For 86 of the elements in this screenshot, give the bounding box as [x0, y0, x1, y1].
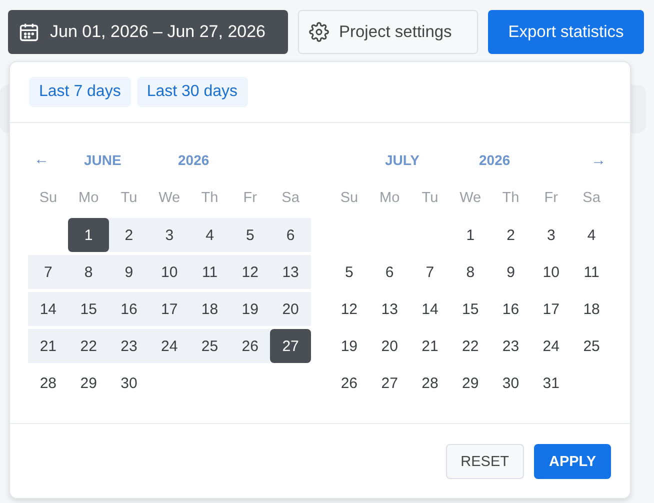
- weekday-label: Th: [200, 189, 220, 208]
- weekday-label: Mo: [378, 189, 401, 208]
- weekday-label: Th: [501, 189, 520, 208]
- weekday-label: Tu: [420, 189, 440, 208]
- day-cell[interactable]: 21: [28, 329, 68, 363]
- day-cell[interactable]: 5: [230, 218, 270, 252]
- day-cell[interactable]: 13: [270, 255, 311, 289]
- weekday-label: We: [458, 189, 482, 208]
- settings-icon: [309, 22, 329, 42]
- weekday-label: Fr: [242, 189, 258, 208]
- day-cell[interactable]: 26: [329, 366, 370, 400]
- day-cell[interactable]: 18: [190, 292, 230, 326]
- weekday-label: Tu: [120, 189, 138, 208]
- weekday-label: Fr: [543, 189, 559, 208]
- day-cell[interactable]: 22: [450, 329, 491, 363]
- weekday-label: Mo: [78, 189, 100, 208]
- day-cell[interactable]: 26: [230, 329, 270, 363]
- day-cell[interactable]: 18: [571, 292, 612, 326]
- day-cell[interactable]: 1: [450, 218, 491, 252]
- day-cell[interactable]: 11: [190, 255, 230, 289]
- day-cell[interactable]: 12: [329, 292, 370, 326]
- previous-month-button[interactable]: ←: [28, 151, 55, 168]
- preset-button[interactable]: Last 7 days: [29, 77, 131, 107]
- weekday-label: Su: [38, 189, 58, 208]
- weekday-label: Sa: [280, 189, 300, 208]
- day-cell[interactable]: 10: [530, 255, 572, 289]
- day-cell[interactable]: 1: [68, 218, 109, 252]
- weekday-label: Su: [339, 189, 360, 208]
- day-cell[interactable]: 8: [450, 255, 491, 289]
- next-month-button[interactable]: →: [585, 152, 612, 168]
- day-cell[interactable]: 5: [329, 255, 370, 289]
- day-cell[interactable]: 20: [369, 329, 410, 363]
- day-cell[interactable]: 24: [149, 329, 190, 363]
- day-cell[interactable]: 27: [369, 366, 410, 400]
- apply-button[interactable]: APPLY: [534, 444, 611, 479]
- day-cell[interactable]: 19: [329, 329, 370, 363]
- weekday-label: We: [158, 189, 182, 208]
- day-cell[interactable]: 28: [28, 366, 68, 400]
- day-cell[interactable]: 21: [410, 329, 450, 363]
- preset-button[interactable]: Last 30 days: [136, 77, 248, 107]
- day-cell[interactable]: 3: [530, 218, 572, 252]
- day-cell[interactable]: 31: [530, 366, 572, 400]
- project-settings-button[interactable]: Project settings: [298, 10, 478, 54]
- day-cell[interactable]: 2: [490, 218, 531, 252]
- day-cell[interactable]: 9: [490, 255, 531, 289]
- day-cell[interactable]: 20: [270, 292, 311, 326]
- day-cell[interactable]: 27: [270, 329, 311, 363]
- day-cell[interactable]: 16: [490, 292, 531, 326]
- calendar-icon: [18, 21, 40, 43]
- day-cell[interactable]: 29: [450, 366, 491, 400]
- day-cell[interactable]: 6: [369, 255, 410, 289]
- day-cell[interactable]: 14: [28, 292, 68, 326]
- day-cell[interactable]: 13: [369, 292, 410, 326]
- day-cell[interactable]: 16: [108, 292, 150, 326]
- day-cell[interactable]: 25: [190, 329, 230, 363]
- day-cell[interactable]: 28: [410, 366, 450, 400]
- day-cell[interactable]: 19: [230, 292, 270, 326]
- reset-button[interactable]: RESET: [446, 444, 524, 479]
- day-cell[interactable]: 6: [270, 218, 311, 252]
- day-cell[interactable]: 23: [490, 329, 531, 363]
- day-cell[interactable]: 29: [68, 366, 109, 400]
- day-cell[interactable]: 30: [490, 366, 531, 400]
- day-cell[interactable]: 24: [530, 329, 572, 363]
- day-cell[interactable]: 3: [149, 218, 190, 252]
- day-cell[interactable]: 4: [571, 218, 612, 252]
- day-cell[interactable]: 30: [108, 366, 150, 400]
- day-cell[interactable]: 10: [149, 255, 190, 289]
- day-cell[interactable]: 11: [571, 255, 612, 289]
- export-statistics-button[interactable]: Export statistics: [488, 10, 644, 54]
- day-cell[interactable]: 12: [230, 255, 270, 289]
- day-cell[interactable]: 23: [108, 329, 150, 363]
- day-cell[interactable]: 2: [108, 218, 150, 252]
- day-cell[interactable]: 8: [68, 255, 109, 289]
- day-cell[interactable]: 7: [28, 255, 68, 289]
- day-cell[interactable]: 25: [571, 329, 612, 363]
- day-cell[interactable]: 17: [530, 292, 572, 326]
- day-cell[interactable]: 14: [410, 292, 450, 326]
- day-cell[interactable]: 7: [410, 255, 450, 289]
- day-cell[interactable]: 4: [190, 218, 230, 252]
- day-cell[interactable]: 17: [149, 292, 190, 326]
- day-cell[interactable]: 22: [68, 329, 109, 363]
- day-cell[interactable]: 9: [108, 255, 150, 289]
- date-range-button[interactable]: Jun 01, 2026 – Jun 27, 2026: [8, 10, 288, 54]
- weekday-label: Sa: [582, 189, 602, 208]
- day-cell[interactable]: 15: [68, 292, 109, 326]
- day-cell[interactable]: 15: [450, 292, 491, 326]
